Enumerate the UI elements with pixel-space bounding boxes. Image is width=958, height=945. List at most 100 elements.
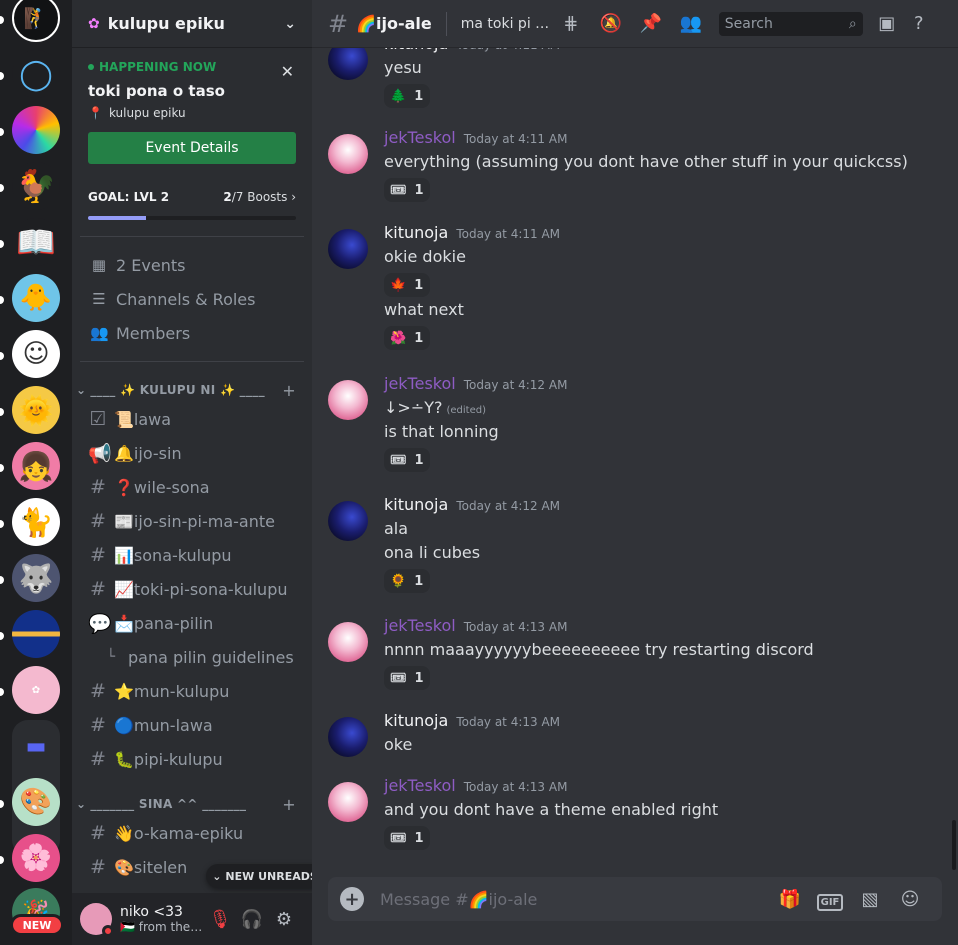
headphones-icon[interactable]: 🎧 xyxy=(236,903,268,935)
author-name[interactable]: kitunoja xyxy=(384,711,448,730)
reaction-pill[interactable]: 🌲 1 xyxy=(384,84,430,108)
user-names[interactable]: niko <33 🇵🇸 from the river to the sea xyxy=(120,904,204,934)
chevron-down-icon: ⌄ xyxy=(76,383,87,397)
author-avatar[interactable] xyxy=(328,501,368,541)
guild-name: kulupu epiku xyxy=(107,14,225,33)
pin-icon[interactable]: 📌 xyxy=(631,13,671,34)
server-icon-pink-logo[interactable]: 🌸 xyxy=(12,834,60,882)
threads-icon[interactable]: ⋕ xyxy=(551,13,591,34)
author-name[interactable]: kitunoja xyxy=(384,495,448,514)
chevron-down-icon: ⌄ xyxy=(76,797,87,811)
channel-item[interactable]: ☑ 📜lawa xyxy=(80,403,304,435)
nav-events[interactable]: ▦ 2 Events xyxy=(80,249,304,281)
channel-item[interactable]: # ⭐mun-kulupu xyxy=(80,675,304,707)
gear-icon[interactable]: ⚙ xyxy=(268,903,300,935)
server-icon-book[interactable]: 📖 xyxy=(12,218,60,266)
server-icon-colorful-logo[interactable]: 🎨 xyxy=(12,778,60,826)
author-avatar[interactable] xyxy=(328,229,368,269)
server-icon-ring[interactable]: ◯ xyxy=(12,50,60,98)
reaction-pill[interactable]: 🎟 1 xyxy=(384,826,430,850)
message-text-content: ona li cubes xyxy=(384,543,481,562)
author-name[interactable]: jekTeskol xyxy=(384,776,456,795)
boost-goal[interactable]: GOAL: LVL 2 2/7 Boosts › xyxy=(88,190,296,220)
reaction-pill[interactable]: 🌻 1 xyxy=(384,569,430,593)
category-sina[interactable]: ⌄ _______ SINA ^^ _______ + xyxy=(76,794,304,814)
inbox-icon[interactable]: ▣ xyxy=(871,13,903,34)
reaction-pill[interactable]: 🎟 1 xyxy=(384,666,430,690)
event-details-button[interactable]: Event Details xyxy=(88,132,296,164)
author-avatar[interactable] xyxy=(328,717,368,757)
category-label: ____ ✨ KULUPU NI ✨ ____ xyxy=(90,383,265,397)
gift-icon[interactable]: 🎁 xyxy=(770,889,810,910)
new-unreads-pill[interactable]: ⌄ NEW UNREADS xyxy=(206,864,324,888)
reaction-pill[interactable]: 🎟 1 xyxy=(384,178,430,202)
server-icon-black-cat[interactable]: 🐈 xyxy=(12,498,60,546)
nav-members[interactable]: 👥 Members xyxy=(80,317,304,349)
channel-item[interactable]: # 🐛pipi-kulupu xyxy=(80,743,304,775)
reaction-pill[interactable]: 🎟 1 xyxy=(384,448,430,472)
server-icon-chicken[interactable]: 🐓 xyxy=(12,162,60,210)
nav-channels-roles[interactable]: ☰ Channels & Roles xyxy=(80,283,304,315)
sticker-icon[interactable]: ▧ xyxy=(850,889,890,910)
channel-item[interactable]: 💬 📩pana-pilin xyxy=(80,607,304,639)
message-composer[interactable]: + Message #🌈ijo-ale 🎁 GIF ▧ ☺ xyxy=(328,877,942,921)
author-name[interactable]: jekTeskol xyxy=(384,374,456,393)
message-timestamp: Today at 4:11 AM xyxy=(463,132,568,146)
author-avatar[interactable] xyxy=(328,134,368,174)
server-icon-anime-girl[interactable]: 👧 xyxy=(12,442,60,490)
reaction-pill[interactable]: 🍁 1 xyxy=(384,273,430,297)
server-icon-text-logo[interactable]: ✿ xyxy=(12,666,60,714)
author-avatar[interactable] xyxy=(328,622,368,662)
channel-topic[interactable]: ma toki pi ijo ale xyxy=(461,16,551,32)
server-icon-sunset[interactable] xyxy=(12,610,60,658)
channel-item[interactable]: # 📰ijo-sin-pi-ma-ante xyxy=(80,505,304,537)
author-name[interactable]: kitunoja xyxy=(384,223,448,242)
search-input[interactable]: Search ⌕ xyxy=(718,11,863,36)
folder-icon[interactable]: ▬ xyxy=(12,722,60,770)
channel-item[interactable]: # 🔵mun-lawa xyxy=(80,709,304,741)
boost-progress-fill xyxy=(88,216,147,220)
server-icon-abstract[interactable] xyxy=(12,106,60,154)
channel-item[interactable]: # 📈toki-pi-sona-kulupu xyxy=(80,573,304,605)
upload-plus-icon[interactable]: + xyxy=(340,887,364,911)
channel-sidebar: ✿ kulupu epiku ⌄ HAPPENING NOW ✕ toki po… xyxy=(72,0,324,945)
notifications-muted-icon[interactable]: 🔕 xyxy=(591,13,631,34)
add-channel-icon[interactable]: + xyxy=(282,795,296,814)
server-icon-hiker[interactable]: 🧗 xyxy=(12,0,60,42)
server-icon-cartoon[interactable]: 🐥 xyxy=(12,274,60,322)
nav-events-label: 2 Events xyxy=(116,255,186,275)
close-icon[interactable]: ✕ xyxy=(281,62,294,81)
boost-progress-bar xyxy=(88,216,296,220)
message-timestamp: Today at 4:13 AM xyxy=(463,620,568,634)
channel-item[interactable]: # 📊sona-kulupu xyxy=(80,539,304,571)
channel-header: # 🌈ijo-ale ma toki pi ijo ale ⋕ 🔕 📌 👥 Se… xyxy=(312,0,958,48)
add-channel-icon[interactable]: + xyxy=(282,381,296,400)
member-list-icon[interactable]: 👥 xyxy=(671,13,711,34)
server-icon-sun[interactable]: 🌞 xyxy=(12,386,60,434)
author-name[interactable]: jekTeskol xyxy=(384,128,456,147)
author-avatar[interactable] xyxy=(328,380,368,420)
channel-item[interactable]: 📢 🔔ijo-sin xyxy=(80,437,304,469)
author-avatar[interactable] xyxy=(328,782,368,822)
scrollbar[interactable] xyxy=(952,820,956,870)
search-placeholder: Search xyxy=(724,15,773,32)
category-kulupu-ni[interactable]: ⌄ ____ ✨ KULUPU NI ✨ ____ + xyxy=(76,380,304,400)
server-icon-face[interactable]: ☺ xyxy=(12,330,60,378)
reaction-pill[interactable]: 🌺 1 xyxy=(384,326,430,350)
help-icon[interactable]: ? xyxy=(903,13,935,34)
author-name[interactable]: jekTeskol xyxy=(384,616,456,635)
message-input[interactable]: Message #🌈ijo-ale xyxy=(380,890,770,909)
guild-header[interactable]: ✿ kulupu epiku ⌄ xyxy=(72,0,312,48)
gif-button[interactable]: GIF xyxy=(810,889,850,911)
user-avatar[interactable] xyxy=(80,903,114,937)
server-icon-grey-creature[interactable]: 🐺 xyxy=(12,554,60,602)
emoji-icon[interactable]: ☺ xyxy=(890,889,930,910)
channel-label: 👋o-kama-epiku xyxy=(114,823,244,843)
channel-item[interactable]: # ❓wile-sona xyxy=(80,471,304,503)
mute-mic-icon[interactable]: 🎙 xyxy=(204,903,236,935)
channel-item[interactable]: └ pana pilin guidelines xyxy=(80,641,304,673)
channel-label: 📊sona-kulupu xyxy=(114,545,232,565)
channel-item[interactable]: # 👋o-kama-epiku xyxy=(80,817,304,849)
message-text-content: what next xyxy=(384,300,464,319)
event-location-text: kulupu epiku xyxy=(108,106,186,120)
